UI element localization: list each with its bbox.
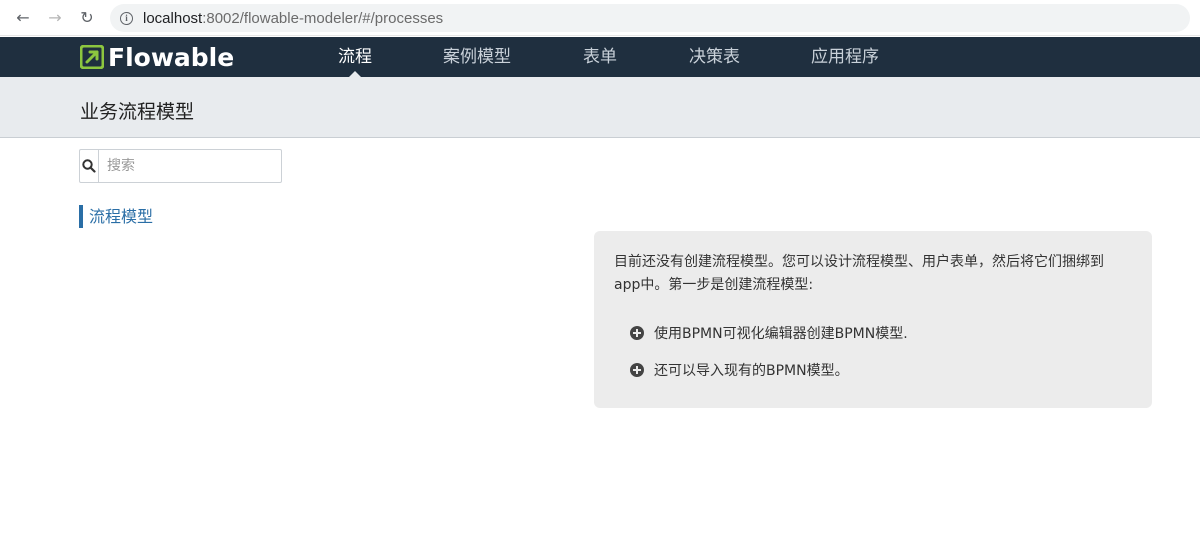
browser-toolbar: ← → ↻ i localhost:8002/flowable-modeler/… (0, 0, 1200, 36)
search-icon-addon (80, 150, 99, 182)
tab-apps-label: 应用程序 (811, 47, 879, 67)
tab-case-models-label: 案例模型 (443, 47, 511, 67)
search-icon (82, 159, 96, 173)
back-icon[interactable]: ← (14, 8, 32, 27)
forward-icon[interactable]: → (46, 8, 64, 27)
flowable-logo-icon (80, 45, 104, 69)
page-title: 业务流程模型 (80, 101, 195, 123)
url-host: localhost (143, 9, 203, 27)
filter-process-models[interactable]: 流程模型 (79, 205, 153, 228)
tab-forms-label: 表单 (583, 47, 617, 67)
page-header: 业务流程模型 (0, 77, 1200, 138)
create-bpmn-label: 使用BPMN可视化编辑器创建BPMN模型. (654, 326, 908, 342)
brand-name: Flowable (108, 42, 235, 72)
tab-forms[interactable]: 表单 (583, 37, 617, 77)
plus-circle-icon (630, 326, 644, 340)
tab-apps[interactable]: 应用程序 (811, 37, 879, 77)
tab-decision-tables[interactable]: 决策表 (689, 37, 740, 77)
plus-circle-icon (630, 363, 644, 377)
reload-icon[interactable]: ↻ (78, 8, 96, 27)
help-intro-text: 目前还没有创建流程模型。您可以设计流程模型、用户表单，然后将它们捆绑到app中。… (614, 254, 1104, 293)
help-list: 使用BPMN可视化编辑器创建BPMN模型. 还可以导入现有的BPMN模型。 (614, 322, 1132, 381)
import-bpmn-label: 还可以导入现有的BPMN模型。 (654, 363, 849, 379)
tab-decision-tables-label: 决策表 (689, 47, 740, 67)
tab-case-models[interactable]: 案例模型 (443, 37, 511, 77)
address-bar[interactable]: i localhost:8002/flowable-modeler/#/proc… (110, 4, 1190, 32)
flowable-logo[interactable]: Flowable (80, 42, 235, 72)
empty-state-help: 目前还没有创建流程模型。您可以设计流程模型、用户表单，然后将它们捆绑到app中。… (594, 231, 1152, 408)
info-icon[interactable]: i (120, 11, 133, 25)
search-box (79, 149, 282, 183)
import-bpmn-link[interactable]: 还可以导入现有的BPMN模型。 (630, 359, 1132, 381)
create-bpmn-link[interactable]: 使用BPMN可视化编辑器创建BPMN模型. (630, 322, 1132, 344)
filter-process-models-label: 流程模型 (89, 207, 154, 226)
url-path: :8002/flowable-modeler/#/processes (202, 9, 444, 27)
app-navbar: Flowable 流程 案例模型 表单 决策表 应用程序 (0, 37, 1200, 77)
tab-processes[interactable]: 流程 (338, 37, 372, 77)
tab-processes-label: 流程 (338, 47, 372, 67)
search-input[interactable] (99, 150, 281, 182)
